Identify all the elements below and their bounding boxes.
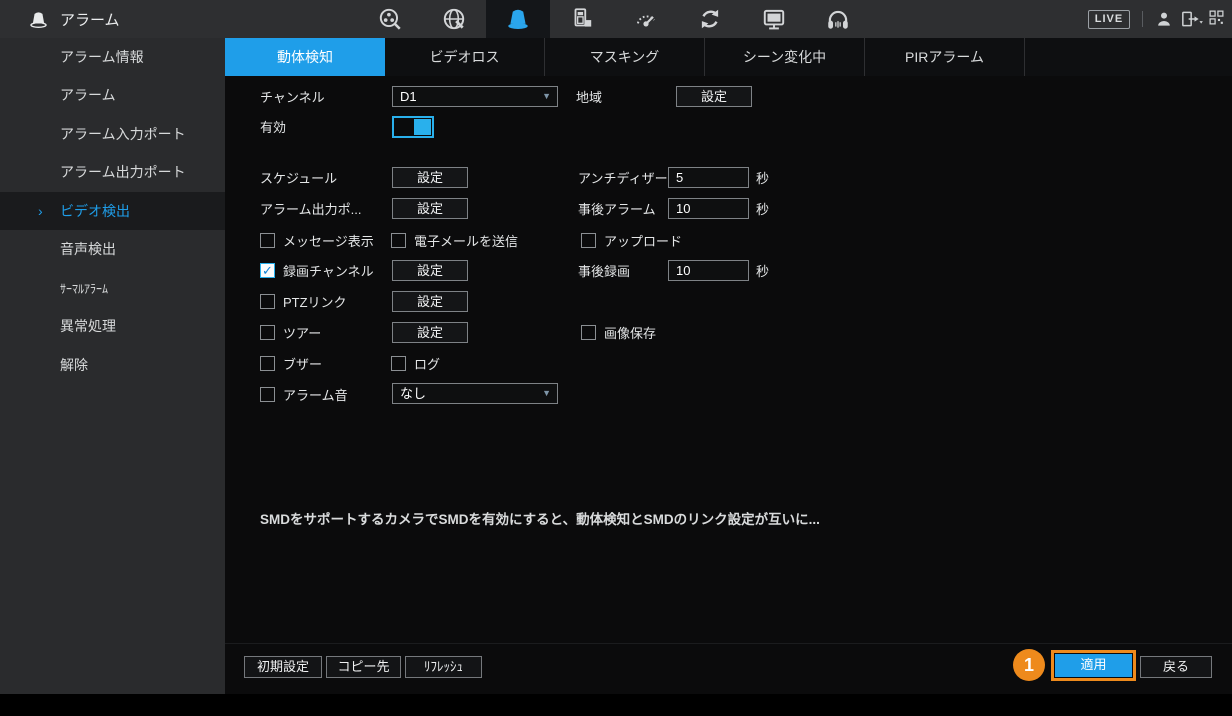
show-message-checkbox[interactable]: メッセージ表示 — [260, 230, 374, 251]
tab-bar: 動体検知 ビデオロス マスキング シーン変化中 PIRアラーム — [225, 38, 1232, 76]
upload-checkbox[interactable]: アップロード — [581, 230, 682, 251]
schedule-label: スケジュール — [260, 171, 338, 186]
record-channel-set-button[interactable]: 設定 — [392, 260, 468, 281]
record-channel-checkbox[interactable]: 録画チャンネル — [260, 260, 374, 281]
alarm-tone-select[interactable]: なし ▼ — [392, 383, 558, 404]
qr-code-icon[interactable] — [1208, 9, 1225, 26]
sidebar-item-alarm-info[interactable]: アラーム情報 — [0, 38, 225, 76]
smd-note: SMDをサポートするカメラでSMDを有効にすると、動体検知とSMDのリンク設定が… — [260, 512, 820, 527]
tour-set-button[interactable]: 設定 — [392, 322, 468, 343]
post-alarm-unit: 秒 — [756, 202, 770, 217]
sidebar: アラーム情報 アラーム アラーム入力ポート アラーム出力ポート › ビデオ検出 … — [0, 38, 225, 694]
annotation-badge-1: 1 — [1013, 649, 1045, 681]
chevron-down-icon: ▼ — [542, 388, 551, 398]
checkbox-icon — [260, 294, 275, 309]
ptz-set-button[interactable]: 設定 — [392, 291, 468, 312]
storage-icon[interactable] — [550, 0, 614, 38]
sidebar-item-video-detect[interactable]: › ビデオ検出 — [0, 192, 225, 230]
content-panel: 動体検知 ビデオロス マスキング シーン変化中 PIRアラーム チャンネル D1… — [225, 38, 1232, 694]
log-checkbox[interactable]: ログ — [391, 353, 440, 374]
post-record-label: 事後録画 — [578, 264, 631, 279]
alarm-icon[interactable] — [486, 0, 550, 38]
ptz-link-checkbox[interactable]: PTZリンク — [260, 291, 347, 312]
top-bar: アラーム LIVE — [0, 0, 1232, 38]
checkbox-icon — [260, 325, 275, 340]
post-alarm-input[interactable] — [668, 198, 749, 219]
main-nav — [358, 0, 870, 38]
chevron-down-icon: ▼ — [542, 91, 551, 101]
enable-label: 有効 — [260, 120, 287, 135]
performance-gauge-icon[interactable] — [614, 0, 678, 38]
enable-toggle[interactable] — [392, 116, 434, 138]
channel-label: チャンネル — [260, 90, 325, 105]
user-icon[interactable] — [1154, 9, 1174, 29]
topbar-divider — [1142, 11, 1143, 27]
anti-dither-label: アンチディザー — [578, 171, 668, 186]
apply-button[interactable]: 適用 — [1055, 654, 1132, 677]
maintenance-refresh-icon[interactable] — [678, 0, 742, 38]
logout-icon[interactable] — [1180, 9, 1204, 29]
audio-headset-icon[interactable] — [806, 0, 870, 38]
alarm-out-label: アラーム出力ポ... — [260, 202, 362, 217]
tab-scene-change[interactable]: シーン変化中 — [705, 38, 865, 76]
footer-divider — [225, 643, 1232, 644]
sidebar-item-audio-detect[interactable]: 音声検出 — [0, 230, 225, 268]
sidebar-item-alarm-out[interactable]: アラーム出力ポート — [0, 153, 225, 191]
send-email-checkbox[interactable]: 電子メールを送信 — [391, 230, 518, 251]
schedule-set-button[interactable]: 設定 — [392, 167, 468, 188]
anti-dither-unit: 秒 — [756, 171, 770, 186]
playback-search-icon[interactable] — [358, 0, 422, 38]
tab-video-loss[interactable]: ビデオロス — [385, 38, 545, 76]
toggle-knob — [414, 119, 431, 135]
tour-checkbox[interactable]: ツアー — [260, 322, 321, 343]
checkbox-icon — [581, 325, 596, 340]
apply-button-highlight: 適用 — [1051, 650, 1136, 681]
sidebar-item-thermal-alarm[interactable]: ｻｰﾏﾙｱﾗｰﾑ — [0, 269, 225, 307]
checkbox-icon — [391, 356, 406, 371]
tab-pir-alarm[interactable]: PIRアラーム — [865, 38, 1025, 76]
sidebar-item-disarm[interactable]: 解除 — [0, 346, 225, 384]
post-record-input[interactable] — [668, 260, 749, 281]
region-set-button[interactable]: 設定 — [676, 86, 752, 107]
tab-masking[interactable]: マスキング — [545, 38, 705, 76]
channel-select[interactable]: D1 ▼ — [392, 86, 558, 107]
buzzer-checkbox[interactable]: ブザー — [260, 353, 322, 374]
screen: アラーム LIVE アラーム情報 アラーム アラーム入力ポート アラーム出力ポー… — [0, 0, 1232, 716]
display-icon[interactable] — [742, 0, 806, 38]
copy-to-button[interactable]: コピー先 — [326, 656, 401, 678]
tab-motion-detect[interactable]: 動体検知 — [225, 38, 385, 76]
sidebar-item-alarm[interactable]: アラーム — [0, 76, 225, 114]
snapshot-checkbox[interactable]: 画像保存 — [581, 322, 656, 343]
back-button[interactable]: 戻る — [1140, 656, 1212, 678]
checkbox-icon — [391, 233, 406, 248]
chevron-right-icon: › — [38, 203, 43, 219]
checkbox-icon — [581, 233, 596, 248]
network-icon[interactable] — [422, 0, 486, 38]
page-title-group: アラーム — [28, 0, 120, 38]
live-badge: LIVE — [1088, 10, 1130, 29]
post-alarm-label: 事後アラーム — [578, 202, 656, 217]
post-record-unit: 秒 — [756, 264, 770, 279]
sidebar-item-alarm-in[interactable]: アラーム入力ポート — [0, 115, 225, 153]
checkbox-checked-icon — [260, 263, 275, 279]
siren-icon — [30, 11, 47, 28]
page-title: アラーム — [60, 11, 120, 29]
checkbox-icon — [260, 356, 275, 371]
anti-dither-input[interactable] — [668, 167, 749, 188]
sidebar-item-abnormality[interactable]: 異常処理 — [0, 307, 225, 345]
checkbox-icon — [260, 387, 275, 402]
alarm-tone-checkbox[interactable]: アラーム音 — [260, 384, 348, 405]
alarm-out-set-button[interactable]: 設定 — [392, 198, 468, 219]
region-label: 地域 — [576, 90, 603, 105]
refresh-button[interactable]: ﾘﾌﾚｯｼｭ — [405, 656, 482, 678]
default-button[interactable]: 初期設定 — [244, 656, 322, 678]
checkbox-icon — [260, 233, 275, 248]
